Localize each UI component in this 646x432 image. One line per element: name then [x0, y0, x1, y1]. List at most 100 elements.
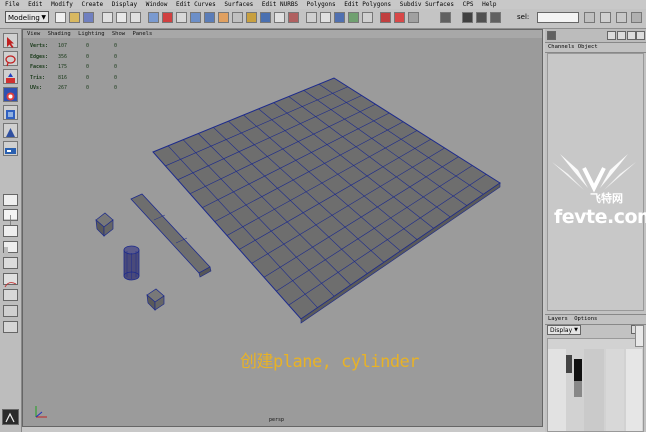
script-editor-layout-icon[interactable] [3, 305, 18, 317]
surface-mask-icon[interactable] [204, 12, 215, 23]
menu-polygons[interactable]: Polygons [307, 0, 336, 9]
panel-icon-3[interactable] [627, 31, 636, 40]
watermark-site-text: fevte.com [554, 206, 646, 228]
render-frame-icon[interactable] [462, 12, 473, 23]
tool-settings-icon[interactable] [600, 12, 611, 23]
chevron-down-icon: ▼ [41, 14, 46, 21]
select-object-icon[interactable] [116, 12, 127, 23]
panel-icon-4[interactable] [636, 31, 645, 40]
misc-mask-icon[interactable] [260, 12, 271, 23]
lock-icon[interactable] [288, 12, 299, 23]
snap-curve-icon[interactable] [320, 12, 331, 23]
persp-outliner-layout-icon[interactable] [3, 321, 18, 333]
four-pane-layout-icon[interactable] [3, 209, 18, 225]
pick-mask-icon[interactable] [148, 12, 159, 23]
chevron-down-icon: ▼ [574, 327, 578, 333]
channel-box-toggle-icon[interactable] [547, 31, 556, 40]
deform-mask-icon[interactable] [218, 12, 229, 23]
menu-surfaces[interactable]: Surfaces [224, 0, 253, 9]
snap-view-icon[interactable] [348, 12, 359, 23]
layers-menu: Layers Options [545, 314, 646, 325]
select-tool-icon[interactable] [3, 33, 18, 48]
scrollbar-handle[interactable] [635, 325, 644, 347]
cube-object-2[interactable] [146, 288, 165, 311]
layer-editor-icon[interactable] [631, 12, 642, 23]
menu-edit-curves[interactable]: Edit Curves [176, 0, 216, 9]
select-component-icon[interactable] [130, 12, 141, 23]
menu-cps[interactable]: CPS [463, 0, 474, 9]
outliner-layout-icon[interactable] [3, 241, 18, 257]
menu-edit-nurbs[interactable]: Edit NURBS [262, 0, 298, 9]
panel-icon-2[interactable] [617, 31, 626, 40]
view-axis-icon [35, 406, 47, 418]
move-handle-icon[interactable] [162, 12, 173, 23]
layer-list-swatches [548, 349, 642, 431]
menu-file[interactable]: File [5, 0, 19, 9]
output-ops-icon[interactable] [408, 12, 419, 23]
layer-type-dropdown[interactable]: Display ▼ [547, 325, 581, 335]
move-tool-icon[interactable] [3, 69, 18, 84]
two-pane-layout-icon[interactable] [3, 225, 18, 237]
question-icon[interactable] [274, 12, 285, 23]
menu-edit-polygons[interactable]: Edit Polygons [344, 0, 391, 9]
panel-icon-1[interactable] [607, 31, 616, 40]
open-scene-icon[interactable] [69, 12, 80, 23]
history-icon[interactable] [380, 12, 391, 23]
channel-box-header [545, 29, 646, 43]
attribute-editor-icon[interactable] [584, 12, 595, 23]
tutorial-caption: 创建plane, cylinder [240, 352, 420, 372]
construction-history-icon[interactable] [440, 12, 451, 23]
camera-name-label: persp [269, 417, 285, 423]
lasso-tool-icon[interactable] [3, 51, 18, 67]
mode-selector-value: Modeling [8, 14, 40, 22]
main-menubar: File Edit Modify Create Display Window E… [0, 0, 646, 9]
plane-surface[interactable] [152, 77, 501, 320]
long-box-object[interactable] [130, 193, 212, 278]
cylinder-object[interactable] [123, 245, 140, 281]
hotbox-icon[interactable] [2, 409, 19, 425]
rotate-tool-icon[interactable] [3, 87, 18, 102]
menu-window[interactable]: Window [146, 0, 168, 9]
hypershade-layout-icon[interactable] [3, 257, 18, 269]
plus-icon[interactable] [176, 12, 187, 23]
snap-point-icon[interactable] [334, 12, 345, 23]
channels-menu-label[interactable]: Channels Object [548, 44, 598, 50]
dynamics-mask-icon[interactable] [232, 12, 243, 23]
channels-menu: Channels Object [545, 43, 646, 53]
channel-box-icon[interactable] [616, 12, 627, 23]
select-hierarchy-icon[interactable] [102, 12, 113, 23]
graph-editor-layout-icon[interactable] [3, 273, 18, 288]
mode-selector[interactable]: Modeling ▼ [5, 11, 49, 23]
status-line: Modeling ▼ sel: [0, 9, 646, 29]
save-scene-icon[interactable] [83, 12, 94, 23]
make-live-icon[interactable] [362, 12, 373, 23]
layers-menu-options[interactable]: Options [574, 316, 597, 322]
menu-edit[interactable]: Edit [28, 0, 42, 9]
render-globals-icon[interactable] [490, 12, 501, 23]
cube-object-1[interactable] [95, 212, 114, 237]
scale-tool-icon[interactable] [3, 105, 18, 120]
new-scene-icon[interactable] [55, 12, 66, 23]
curve-mask-icon[interactable] [190, 12, 201, 23]
last-tool-icon[interactable] [3, 141, 18, 156]
input-ops-icon[interactable] [394, 12, 405, 23]
selection-input[interactable] [537, 12, 579, 23]
manipulator-tool-icon[interactable] [3, 123, 18, 138]
persp-graph-layout-icon[interactable] [3, 289, 18, 301]
ipr-render-icon[interactable] [476, 12, 487, 23]
snap-grid-icon[interactable] [306, 12, 317, 23]
selection-field-label: sel: [517, 13, 530, 21]
render-mask-icon[interactable] [246, 12, 257, 23]
layer-list[interactable] [547, 338, 644, 432]
single-pane-layout-icon[interactable] [3, 194, 18, 206]
toolbox [0, 29, 22, 432]
menu-subdiv-surfaces[interactable]: Subdiv Surfaces [400, 0, 454, 9]
layers-menu-layers[interactable]: Layers [548, 316, 568, 322]
menu-help[interactable]: Help [482, 0, 496, 9]
layer-type-value: Display [550, 327, 573, 334]
menu-modify[interactable]: Modify [51, 0, 73, 9]
watermark-chinese-text: 飞特网 [590, 192, 623, 205]
plane-object[interactable] [152, 77, 501, 324]
menu-create[interactable]: Create [81, 0, 103, 9]
menu-display[interactable]: Display [112, 0, 137, 9]
